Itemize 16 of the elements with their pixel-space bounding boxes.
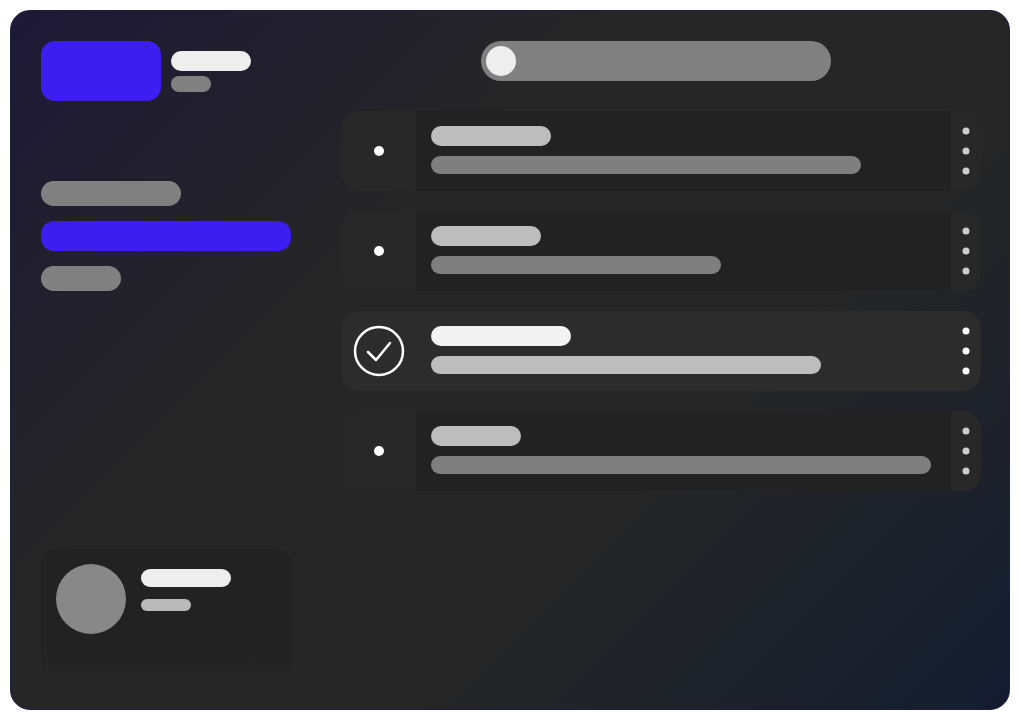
nav-item[interactable]: [41, 266, 121, 291]
check-circle-icon: [352, 325, 405, 377]
toggle-switch[interactable]: [481, 41, 831, 81]
dot-icon: [373, 446, 384, 456]
subtitle-placeholder: [141, 599, 191, 611]
subtitle-placeholder: [171, 76, 211, 92]
more-icon[interactable]: [962, 127, 970, 175]
dot-icon: [373, 246, 384, 256]
nav-item[interactable]: [41, 181, 181, 206]
list-row[interactable]: [341, 311, 981, 391]
more-icon[interactable]: [962, 327, 970, 375]
list-row[interactable]: [341, 111, 981, 191]
list-row[interactable]: [341, 211, 981, 291]
more-icon[interactable]: [962, 427, 970, 475]
dot-icon: [373, 146, 384, 156]
more-icon[interactable]: [962, 227, 970, 275]
